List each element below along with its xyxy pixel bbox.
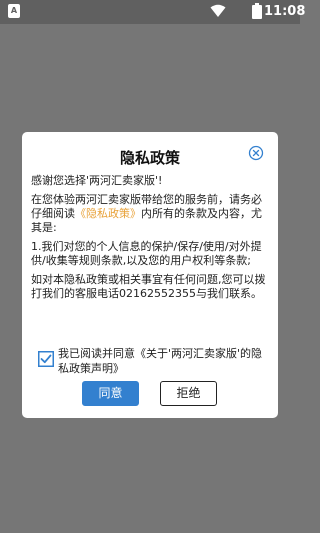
- point-1-text: 1.我们对您的个人信息的保护/保存/使用/对外提供/收集等规则条款,以及您的用户…: [31, 240, 262, 267]
- policy-body: 感谢您选择'两河汇卖家版'! 在您体验两河汇卖家版带给您的服务前，请务必仔细阅读…: [31, 174, 270, 342]
- intro-paragraph: 在您体验两河汇卖家版带给您的服务前，请务必仔细阅读《隐私政策》内所有的条款及内容…: [31, 193, 270, 235]
- agree-checkbox[interactable]: [38, 351, 54, 367]
- status-time: 11:08: [264, 4, 306, 19]
- wifi-icon: [210, 4, 226, 17]
- contact-text: 如对本隐私政策或相关事宜有任何问题,您可以拨打我们的客服电话0216255235…: [31, 273, 266, 300]
- close-icon[interactable]: [248, 145, 264, 161]
- greeting-text: 感谢您选择'两河汇卖家版'!: [31, 174, 163, 187]
- privacy-policy-link[interactable]: 《隐私政策》: [75, 207, 141, 220]
- agree-button[interactable]: 同意: [82, 381, 139, 406]
- status-bar: A 11:08: [0, 0, 306, 24]
- app-notification-icon: A: [8, 4, 20, 18]
- privacy-policy-dialog: 隐私政策 感谢您选择'两河汇卖家版'! 在您体验两河汇卖家版带给您的服务前，请务…: [22, 132, 278, 418]
- reject-button[interactable]: 拒绝: [160, 381, 217, 406]
- app-notification-letter: A: [10, 6, 18, 15]
- battery-icon: [252, 3, 262, 19]
- agreement-label[interactable]: 我已阅读并同意《关于'两河汇卖家版'的隐私政策声明》: [58, 346, 270, 376]
- dialog-title: 隐私政策: [119, 149, 180, 167]
